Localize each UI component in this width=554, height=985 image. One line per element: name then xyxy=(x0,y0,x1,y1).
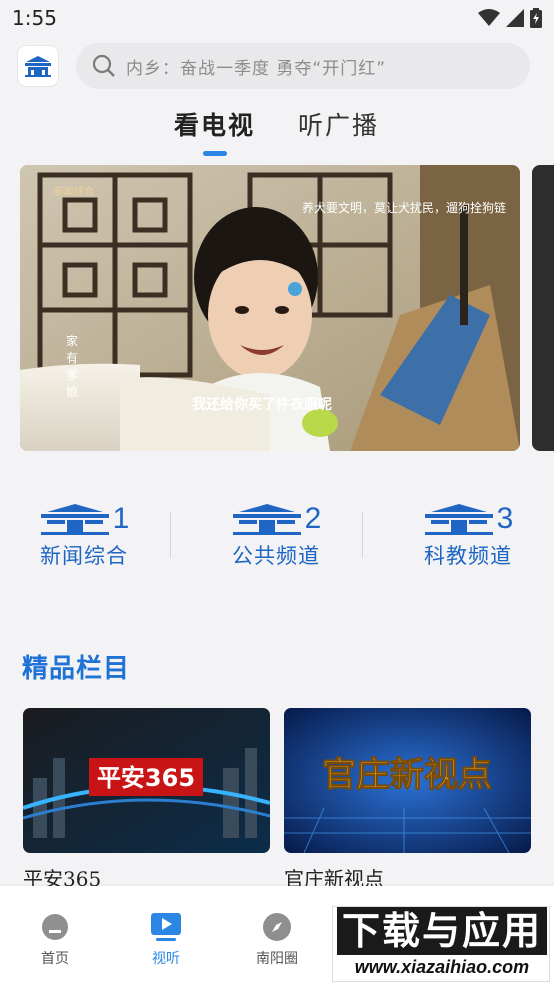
program-thumb-text: 官庄新视点 xyxy=(322,755,492,795)
featured-banner[interactable]: 新闻综合 养犬要文明，莫让犬扰民，遛狗拴狗链 家有爹娘 我还给你买了件衣服呢 xyxy=(20,165,520,451)
next-banner-peek[interactable] xyxy=(532,165,554,451)
channel-name: 科教频道 xyxy=(424,544,512,568)
channel-2[interactable]: 2 公共频道 xyxy=(206,500,346,570)
nav-label: 南阳圈 xyxy=(256,951,298,967)
signal-icon xyxy=(506,9,524,27)
program-image: 平安365 xyxy=(23,708,270,853)
status-icons xyxy=(478,8,542,28)
channel-1[interactable]: 1 新闻综合 xyxy=(14,500,154,570)
nav-media[interactable]: 视听 xyxy=(121,910,211,968)
watermark-url: www.xiazaihiao.com xyxy=(354,957,530,977)
play-icon xyxy=(151,913,181,941)
program-card-2[interactable]: 官庄新视点 官庄新视点 xyxy=(284,708,531,892)
nav-home[interactable]: 首页 xyxy=(10,910,100,968)
tab-indicator xyxy=(203,151,227,156)
nav-label: 视听 xyxy=(152,951,180,967)
home-icon xyxy=(42,914,68,940)
channel-logo-icon xyxy=(424,504,493,535)
banner-caption: 养犬要文明，莫让犬扰民，遛狗拴狗链 xyxy=(301,201,506,215)
program-image: 官庄新视点 xyxy=(284,708,531,853)
nav-label: 首页 xyxy=(41,951,69,967)
media-tabs: 看电视 听广播 xyxy=(0,106,554,158)
banner-subtitle: 我还给你买了件衣服呢 xyxy=(192,397,332,413)
tab-listen-radio[interactable]: 听广播 xyxy=(298,106,379,142)
program-card-1[interactable]: 平安365 平安365 xyxy=(23,708,270,892)
program-thumb-text: 平安365 xyxy=(97,764,195,792)
channel-name: 新闻综合 xyxy=(40,544,128,568)
channel-divider xyxy=(170,512,171,558)
program-thumbnail: 平安365 xyxy=(23,708,270,853)
channel-number: 1 xyxy=(112,502,130,535)
station-logo-icon xyxy=(25,56,51,77)
watermark-title: 下载与应用 xyxy=(337,907,547,955)
header: 内乡：奋战一季度 勇夺“开门红” xyxy=(0,40,554,94)
channel-name: 公共频道 xyxy=(232,544,320,568)
tab-watch-tv[interactable]: 看电视 xyxy=(174,106,255,142)
channel-number: 2 xyxy=(304,502,322,535)
channel-logo-icon xyxy=(40,504,109,535)
channel-number: 3 xyxy=(496,502,514,535)
compass-icon xyxy=(263,913,291,941)
channel-logo-icon xyxy=(232,504,301,535)
battery-icon xyxy=(530,8,542,28)
app-logo[interactable] xyxy=(18,46,58,86)
channel-3[interactable]: 3 科教频道 xyxy=(398,500,538,570)
nav-nanyang-circle[interactable]: 南阳圈 xyxy=(232,910,322,968)
site-watermark: 下载与应用 www.xiazaihiao.com xyxy=(332,906,550,982)
search-icon xyxy=(92,54,115,77)
status-time: 1:55 xyxy=(12,6,57,30)
section-title: 精品栏目 xyxy=(22,654,131,684)
search-bar[interactable]: 内乡：奋战一季度 勇夺“开门红” xyxy=(76,43,530,89)
channel-divider xyxy=(362,512,363,558)
status-bar: 1:55 xyxy=(0,0,554,36)
banner-program-title: 家有爹娘 xyxy=(66,334,79,399)
search-placeholder: 内乡：奋战一季度 勇夺“开门红” xyxy=(126,58,387,79)
program-thumbnail: 官庄新视点 xyxy=(284,708,531,853)
banner-channel-label: 新闻综合 xyxy=(54,187,94,198)
wifi-icon xyxy=(478,9,500,26)
channel-list: 1 新闻综合 2 公共频道 3 科教频道 xyxy=(0,500,554,580)
